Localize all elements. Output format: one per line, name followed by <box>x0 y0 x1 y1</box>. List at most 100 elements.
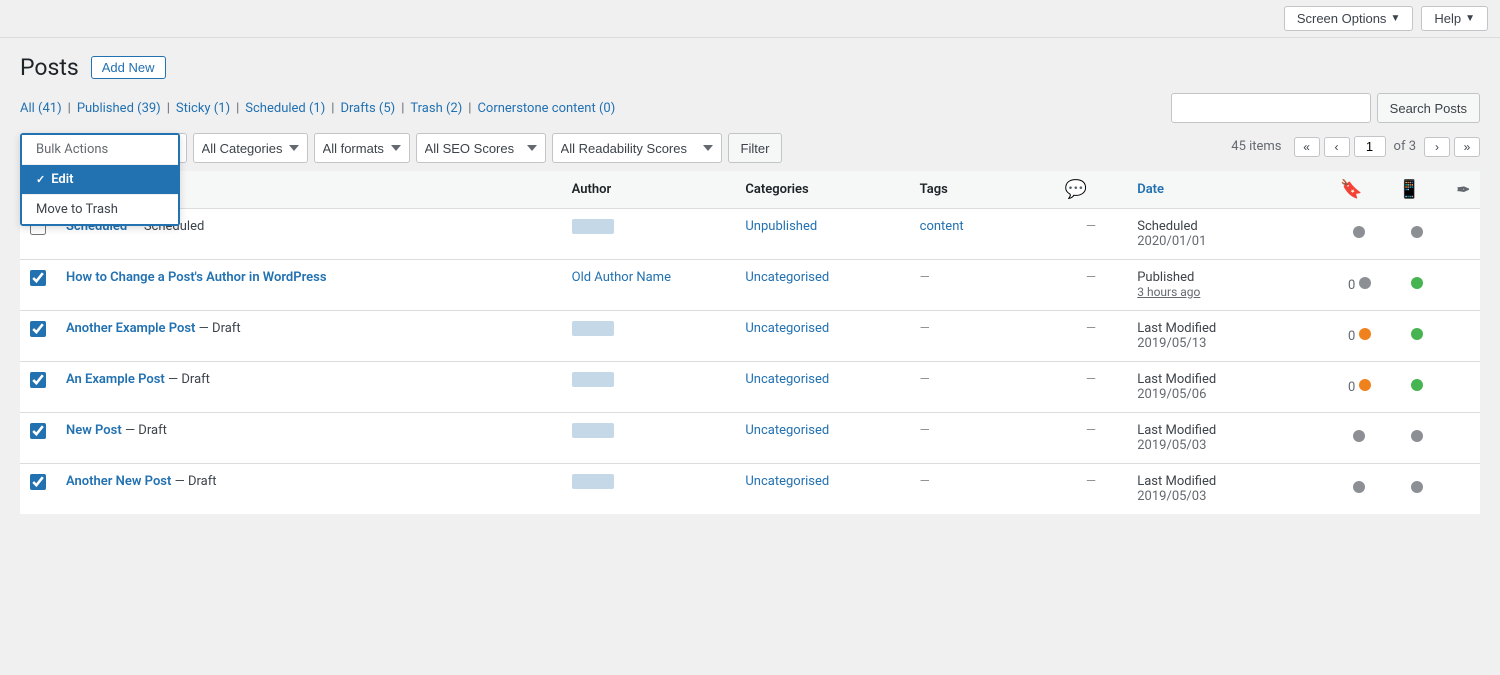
post-title-link[interactable]: Another New Post <box>66 474 171 489</box>
row-title-cell: How to Change a Post's Author in WordPre… <box>56 260 562 311</box>
bulk-actions-dropdown: Bulk Actions ✓ Edit Move to Trash <box>20 133 180 226</box>
date-status: Last Modified <box>1137 321 1216 336</box>
search-input[interactable] <box>1171 93 1371 123</box>
category-link[interactable]: Uncategorised <box>745 423 829 438</box>
row-author-cell <box>562 209 736 260</box>
comments-dash: — <box>1086 270 1096 285</box>
seo-count: 0 <box>1348 380 1355 395</box>
post-title-link[interactable]: An Example Post <box>66 372 165 387</box>
date-value: 2019/05/06 <box>1137 387 1206 402</box>
row-checkbox[interactable] <box>30 372 46 388</box>
gray-dot <box>1411 226 1423 238</box>
bulk-action-default[interactable]: Bulk Actions <box>22 135 178 165</box>
row-checkbox[interactable] <box>30 474 46 490</box>
row-tags-cell: content <box>910 209 1055 260</box>
last-page-button[interactable]: » <box>1454 137 1480 157</box>
row-tags-cell: — <box>910 260 1055 311</box>
col-header-date[interactable]: Date <box>1127 171 1330 209</box>
row-checkbox[interactable] <box>30 423 46 439</box>
date-value: 3 hours ago <box>1137 285 1200 299</box>
filter-sticky[interactable]: Sticky (1) <box>176 101 230 116</box>
filter-trash[interactable]: Trash (2) <box>410 101 462 116</box>
category-link[interactable]: Uncategorised <box>745 270 829 285</box>
screen-options-button[interactable]: Screen Options ▼ <box>1284 6 1414 31</box>
tag-link[interactable]: content <box>920 219 964 234</box>
table-row: How to Change a Post's Author in WordPre… <box>20 260 1480 311</box>
category-link[interactable]: Uncategorised <box>745 474 829 489</box>
row-date-cell: Published 3 hours ago <box>1127 260 1330 311</box>
filter-seo-select[interactable]: All SEO Scores <box>416 133 546 163</box>
comments-dash: — <box>1086 321 1096 336</box>
comments-dash: — <box>1086 219 1096 234</box>
gray-dot <box>1411 481 1423 493</box>
green-dot <box>1411 379 1423 391</box>
seo-icon: 🔖 <box>1340 179 1362 200</box>
row-author-cell <box>562 413 736 464</box>
readability-icon: 📱 <box>1398 179 1420 200</box>
category-link[interactable]: Unpublished <box>745 219 817 234</box>
filter-drafts[interactable]: Drafts (5) <box>340 101 395 116</box>
filter-cornerstone[interactable]: Cornerstone content (0) <box>477 101 615 116</box>
bulk-action-trash-label: Move to Trash <box>36 202 118 217</box>
filter-button[interactable]: Filter <box>728 133 783 163</box>
row-checkbox[interactable] <box>30 270 46 286</box>
filter-all[interactable]: All (41) <box>20 101 62 116</box>
tags-dash: — <box>920 321 930 336</box>
page-body: Posts Add New All (41) | Published (39) … <box>0 38 1500 530</box>
row-date-cell: Last Modified 2019/05/03 <box>1127 413 1330 464</box>
bulk-action-default-label: Bulk Actions <box>36 142 108 157</box>
post-title-link[interactable]: New Post <box>66 423 122 438</box>
row-seo-cell <box>1330 464 1388 515</box>
row-checkbox-cell <box>20 260 56 311</box>
tags-dash: — <box>920 474 930 489</box>
row-readability-cell <box>1388 209 1446 260</box>
date-status: Last Modified <box>1137 423 1216 438</box>
search-posts-button[interactable]: Search Posts <box>1377 93 1480 123</box>
tags-dash: — <box>920 423 930 438</box>
filter-categories-select[interactable]: All Categories <box>193 133 308 163</box>
add-new-button[interactable]: Add New <box>91 56 166 79</box>
filter-scheduled[interactable]: Scheduled (1) <box>245 101 325 116</box>
comments-dash: — <box>1086 372 1096 387</box>
row-categories-cell: Unpublished <box>735 209 909 260</box>
filter-formats-select[interactable]: All formats <box>314 133 410 163</box>
date-status: Published <box>1137 270 1194 285</box>
bulk-action-trash[interactable]: Move to Trash <box>22 195 178 224</box>
row-categories-cell: Uncategorised <box>735 362 909 413</box>
row-author-cell: Old Author Name <box>562 260 736 311</box>
page-title: Posts <box>20 54 79 81</box>
prev-page-button[interactable]: ‹ <box>1324 137 1350 157</box>
row-extra-cell <box>1447 209 1480 260</box>
green-dot <box>1411 328 1423 340</box>
row-extra-cell <box>1447 362 1480 413</box>
filter-published[interactable]: Published (39) <box>77 101 161 116</box>
bulk-action-edit[interactable]: ✓ Edit <box>22 165 178 195</box>
screen-options-label: Screen Options <box>1297 11 1387 26</box>
gray-dot <box>1359 277 1371 289</box>
category-link[interactable]: Uncategorised <box>745 321 829 336</box>
category-link[interactable]: Uncategorised <box>745 372 829 387</box>
post-title-link[interactable]: Another Example Post <box>66 321 195 336</box>
col-header-tags: Tags <box>910 171 1055 209</box>
row-checkbox-cell <box>20 311 56 362</box>
next-page-button[interactable]: › <box>1424 137 1450 157</box>
gray-dot <box>1411 430 1423 442</box>
author-link[interactable]: Old Author Name <box>572 270 671 285</box>
status-filter-nav: All (41) | Published (39) | Sticky (1) |… <box>20 93 1480 123</box>
filter-readability-select[interactable]: All Readability Scores <box>552 133 722 163</box>
row-seo-cell: 0 <box>1330 311 1388 362</box>
page-number-input[interactable] <box>1354 136 1386 157</box>
author-blurred <box>572 219 614 234</box>
post-title-link[interactable]: How to Change a Post's Author in WordPre… <box>66 270 327 285</box>
row-extra-cell <box>1447 464 1480 515</box>
help-button[interactable]: Help ▼ <box>1421 6 1488 31</box>
row-date-cell: Last Modified 2019/05/06 <box>1127 362 1330 413</box>
post-status: — Draft <box>175 474 217 489</box>
first-page-button[interactable]: « <box>1294 137 1320 157</box>
row-checkbox[interactable] <box>30 321 46 337</box>
col-header-seo: 🔖 <box>1330 171 1388 209</box>
row-comments-cell: — <box>1055 311 1128 362</box>
date-status: Last Modified <box>1137 372 1216 387</box>
table-row: Scheduled — Scheduled Unpublished conten… <box>20 209 1480 260</box>
posts-table: Title Author Categories Tags 💬 Date <box>20 171 1480 514</box>
